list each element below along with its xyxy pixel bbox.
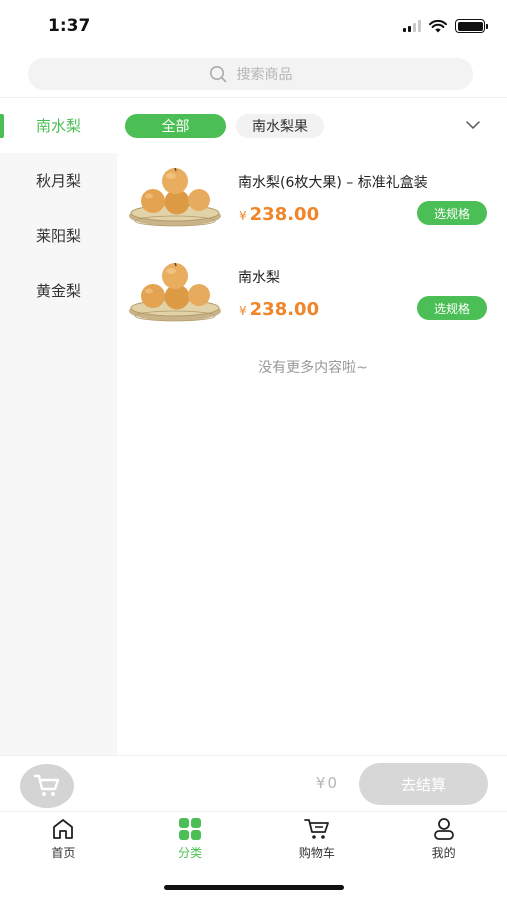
wifi-icon [429, 19, 447, 32]
sidebar-item-label: 秋月梨 [35, 172, 81, 190]
price-amount: 238.00 [249, 299, 320, 320]
home-icon [53, 819, 74, 839]
search-input[interactable]: 搜索商品 [28, 58, 473, 90]
pear-basket-image [129, 167, 221, 227]
cart-total: ¥ 0 [316, 774, 337, 792]
cart-bar: ¥ 0 去结算 [0, 755, 507, 811]
sidebar-item-label: 南水梨 [35, 117, 81, 135]
sidebar-item-qiuyue[interactable]: 秋月梨 [0, 153, 117, 208]
battery-icon [455, 19, 488, 33]
tab-label: 首页 [51, 846, 76, 860]
cart-icon [34, 774, 60, 796]
sidebar-item-huangjin[interactable]: 黄金梨 [0, 263, 117, 318]
select-spec-button[interactable]: 选规格 [417, 296, 487, 320]
tab-label: 分类 [178, 846, 203, 860]
search-placeholder: 搜索商品 [236, 67, 293, 83]
pear-basket-image [129, 262, 221, 322]
sidebar-item-laiyang[interactable]: 莱阳梨 [0, 208, 117, 263]
product-price: ¥ 238.00 [239, 204, 319, 225]
product-card[interactable]: 南水梨 ¥ 238.00 选规格 [125, 261, 493, 341]
status-icons [403, 19, 488, 33]
tab-home[interactable]: 首页 [0, 812, 127, 867]
bottom-tab-bar: 首页 分类 购物车 我的 [0, 811, 507, 867]
status-time: 1:37 [48, 16, 91, 36]
tab-label: 我的 [431, 846, 456, 860]
sidebar-item-nanshui[interactable]: 南水梨 [0, 98, 117, 153]
chevron-down-icon[interactable] [465, 117, 481, 133]
select-spec-button[interactable]: 选规格 [417, 201, 487, 225]
cellular-signal-icon [403, 20, 421, 32]
tab-cart[interactable]: 购物车 [254, 812, 381, 867]
currency-symbol: ¥ [239, 304, 247, 318]
home-indicator [164, 885, 344, 890]
product-price: ¥ 238.00 [239, 299, 319, 320]
profile-icon [433, 818, 454, 840]
subcategory-filters: 全部 南水梨果 [125, 113, 495, 139]
tab-profile[interactable]: 我的 [380, 812, 507, 867]
search-icon [209, 66, 226, 83]
category-icon [179, 818, 202, 840]
sidebar-item-label: 黄金梨 [35, 282, 81, 300]
currency-symbol: ¥ [239, 209, 247, 223]
cart-total-amount: 0 [327, 774, 337, 792]
list-end-note: 没有更多内容啦~ [258, 360, 368, 376]
tab-label: 购物车 [298, 846, 335, 860]
filter-chip-nanshui-fruit[interactable]: 南水梨果 [236, 114, 324, 138]
sidebar-item-label: 莱阳梨 [35, 227, 81, 245]
product-name[interactable]: 南水梨(6枚大果) – 标准礼盒装 [238, 172, 428, 192]
filter-chip-all[interactable]: 全部 [125, 114, 226, 138]
cart-button[interactable] [20, 764, 74, 808]
price-amount: 238.00 [249, 204, 320, 225]
currency-symbol: ¥ [315, 774, 326, 792]
status-bar: 1:37 [0, 0, 507, 52]
category-sidebar: 南水梨 秋月梨 莱阳梨 黄金梨 [0, 98, 117, 755]
cart-icon [303, 819, 329, 839]
tab-category[interactable]: 分类 [127, 812, 254, 867]
product-name[interactable]: 南水梨 [238, 267, 280, 287]
product-card[interactable]: 南水梨(6枚大果) – 标准礼盒装 ¥ 238.00 选规格 [125, 166, 493, 246]
checkout-button[interactable]: 去结算 [359, 763, 488, 805]
